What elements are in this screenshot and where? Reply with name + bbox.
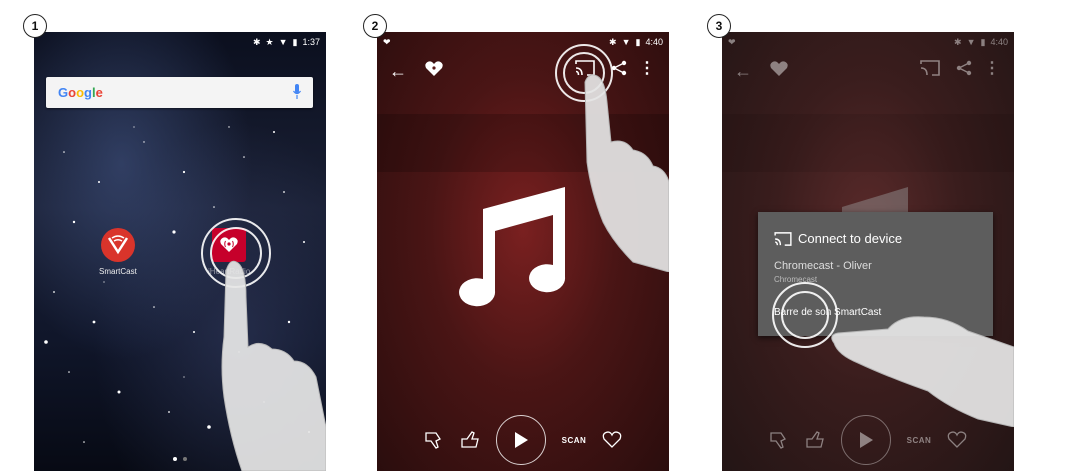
status-time: 4:40 (645, 37, 663, 47)
bluetooth-icon: ✱ (252, 36, 261, 47)
status-bar: ❤ ✱ ▼ ▮ 4:40 (722, 32, 1014, 52)
playback-controls: SCAN (722, 409, 1014, 471)
share-icon[interactable] (956, 60, 972, 76)
hand-pointer-icon (221, 260, 326, 471)
page-indicator (34, 457, 326, 461)
mic-icon[interactable] (293, 84, 301, 100)
battery-icon: ▮ (980, 36, 986, 47)
app-label: SmartCast (99, 267, 137, 276)
google-logo: Google (58, 85, 103, 100)
iheart-notification-icon: ❤ (383, 37, 391, 47)
play-button[interactable] (495, 415, 546, 465)
iheart-logo-icon (770, 61, 788, 76)
thumbs-down-icon[interactable] (769, 431, 789, 449)
smartcast-app-icon (100, 228, 135, 262)
thumbs-up-icon[interactable] (460, 431, 480, 449)
thumbs-down-icon[interactable] (424, 431, 444, 449)
step-badge-1: 1 (23, 14, 47, 38)
star-icon: ★ (265, 36, 274, 47)
cast-icon (774, 232, 792, 246)
tap-indicator-inner-ring (781, 291, 829, 339)
station-band (722, 114, 1014, 172)
scan-button[interactable]: SCAN (907, 436, 932, 445)
bluetooth-icon: ✱ (609, 36, 617, 47)
google-search-bar[interactable]: Google (46, 77, 313, 108)
status-time: 4:40 (990, 37, 1008, 47)
play-button[interactable] (840, 415, 891, 465)
back-arrow-icon[interactable]: ← (734, 61, 752, 82)
status-bar: ❤ ✱ ▼ ▮ 4:40 (377, 32, 669, 52)
phone-cast-dialog-screen: ❤ ✱ ▼ ▮ 4:40 ← ⋮ Connect to device Chrom… (722, 32, 1014, 471)
heart-icon[interactable] (947, 431, 967, 449)
step-badge-2: 2 (363, 14, 387, 38)
scan-button[interactable]: SCAN (562, 436, 587, 445)
device-item-chromecast[interactable]: Chromecast - Oliver (774, 260, 872, 272)
app-bar: ← ⋮ (722, 52, 1014, 92)
bluetooth-icon: ✱ (954, 36, 962, 47)
cast-icon[interactable] (920, 60, 940, 76)
app-smartcast[interactable]: SmartCast (99, 228, 137, 276)
iheart-notification-icon: ❤ (728, 37, 736, 47)
wifi-icon: ▼ (966, 37, 976, 47)
battery-icon: ▮ (292, 36, 298, 47)
wifi-icon: ▼ (278, 37, 288, 47)
play-icon (514, 432, 528, 448)
status-time: 1:37 (302, 37, 320, 47)
heart-icon[interactable] (602, 431, 622, 449)
step-badge-3: 3 (707, 14, 731, 38)
more-vert-icon[interactable]: ⋮ (984, 58, 1000, 78)
battery-icon: ▮ (635, 36, 641, 47)
wifi-icon: ▼ (621, 37, 631, 47)
music-note-icon (459, 187, 566, 307)
thumbs-up-icon[interactable] (805, 431, 825, 449)
play-icon (859, 432, 873, 448)
iheart-logo-icon (425, 61, 443, 76)
playback-controls: SCAN (377, 409, 669, 471)
back-arrow-icon[interactable]: ← (389, 61, 407, 82)
hand-pointer-icon (584, 74, 669, 272)
phone-player-screen: ❤ ✱ ▼ ▮ 4:40 ← ⋮ SCAN (377, 32, 669, 471)
dialog-title: Connect to device (798, 231, 903, 246)
phone-home-screen: ✱ ★ ▼ ▮ 1:37 Google SmartCast (34, 32, 326, 471)
status-bar: ✱ ★ ▼ ▮ 1:37 (34, 32, 326, 52)
